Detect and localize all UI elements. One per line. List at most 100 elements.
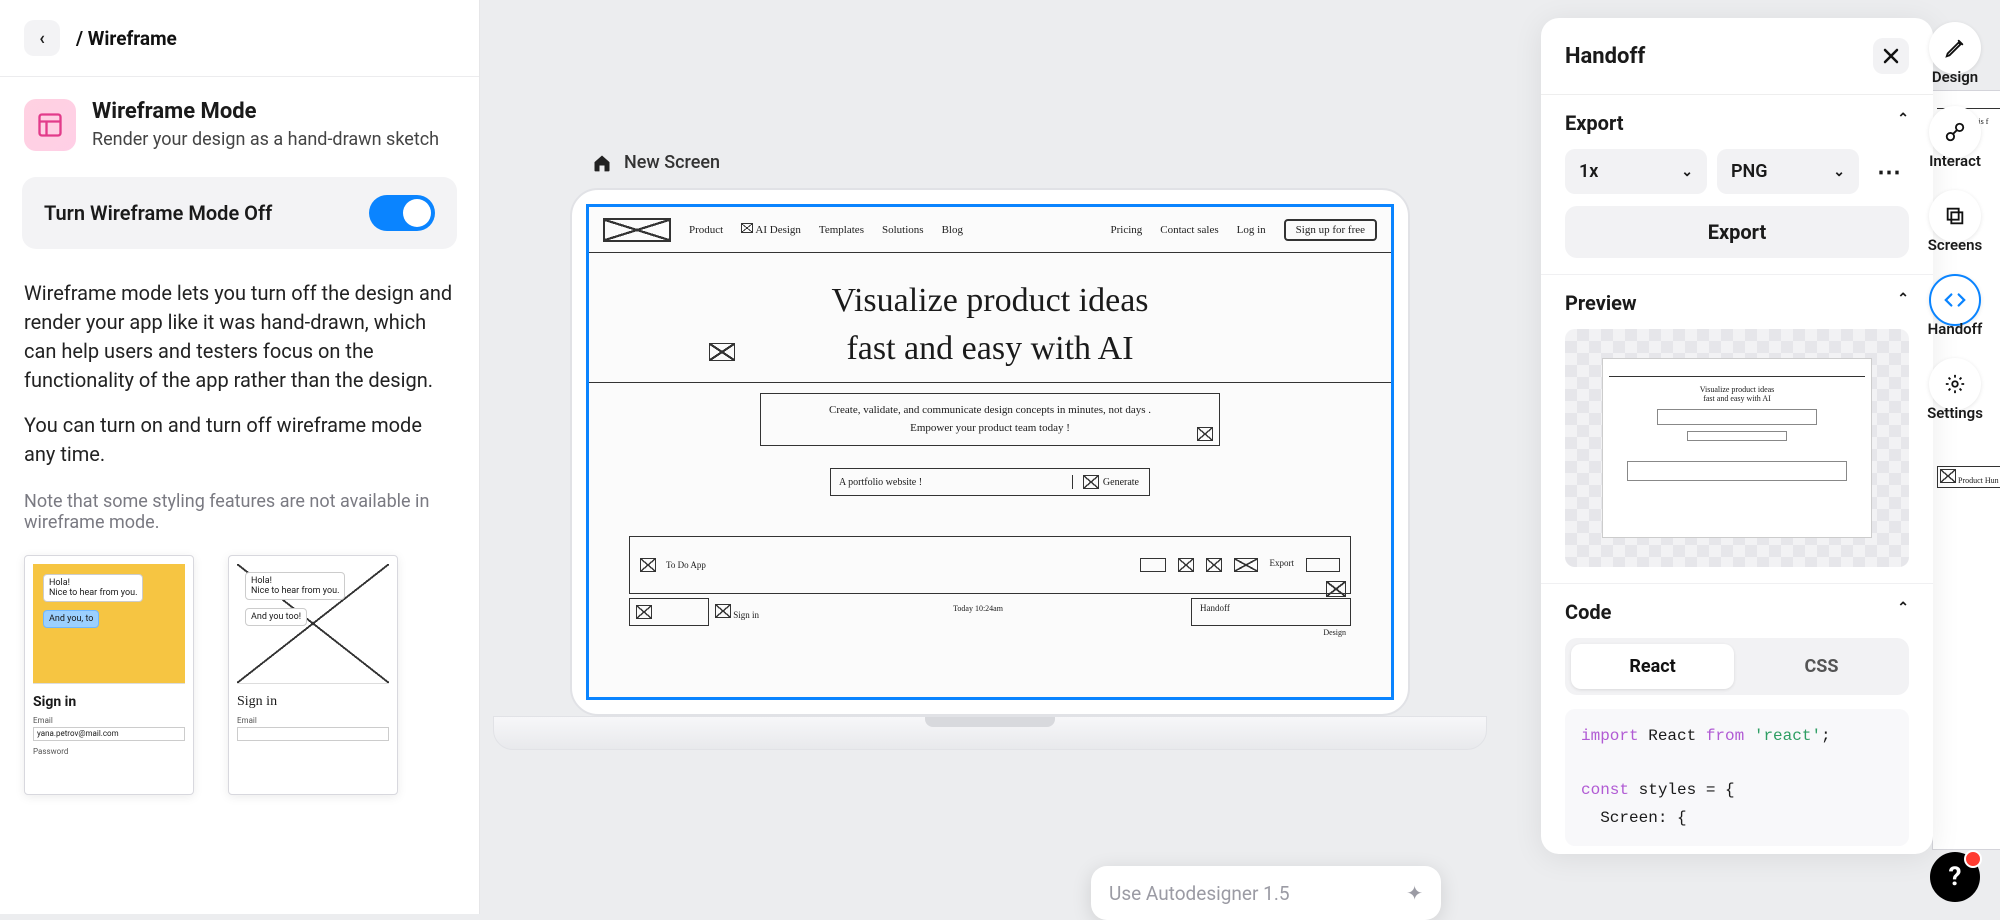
image-placeholder-icon xyxy=(1083,475,1099,489)
code-title: Code xyxy=(1565,600,1611,624)
back-button[interactable]: ‹ xyxy=(24,20,60,56)
chevron-up-icon[interactable]: ⌃ xyxy=(1897,600,1909,624)
export-section: Export ⌃ 1x ⌄ PNG ⌄ ⋯ Export xyxy=(1541,95,1933,275)
export-button[interactable]: Export xyxy=(1565,206,1909,258)
box xyxy=(1140,558,1166,572)
more-button[interactable]: ⋯ xyxy=(1869,149,1909,194)
sidebar-header: ‹ / Wireframe xyxy=(0,0,479,77)
handoff-panel: Handoff Export ⌃ 1x ⌄ PNG ⌄ ⋯ Export Pre… xyxy=(1541,18,1933,854)
preview-thumbnail: Visualize product ideas fast and easy wi… xyxy=(1602,358,1872,538)
nav-item[interactable]: Templates xyxy=(819,224,864,236)
autodesigner-placeholder: Use Autodesigner 1.5 xyxy=(1109,882,1394,905)
screen-name: New Screen xyxy=(624,152,720,173)
bubble-text: And you, to xyxy=(43,610,99,628)
screen-name-row[interactable]: New Screen xyxy=(592,152,720,173)
thumb-label: Password xyxy=(33,747,185,756)
wireframe-toggle[interactable] xyxy=(369,195,435,231)
generate-label: Generate xyxy=(1103,477,1139,488)
thumb-signin: Sign in xyxy=(237,694,389,710)
thumb-signin: Sign in xyxy=(33,694,185,710)
thumb-label: Email xyxy=(237,716,389,725)
image-placeholder-icon xyxy=(1178,558,1194,572)
image-placeholder-icon xyxy=(640,558,656,572)
explain-paragraph-2: You can turn on and turn off wireframe m… xyxy=(0,403,479,477)
mode-description: Render your design as a hand-drawn sketc… xyxy=(92,128,439,151)
sidebar: ‹ / Wireframe Wireframe Mode Render your… xyxy=(0,0,480,914)
bubble-text: Hola! xyxy=(49,578,70,588)
image-placeholder-icon xyxy=(1206,558,1222,572)
tool-label: Screens xyxy=(1928,236,1982,254)
nav-item[interactable]: AI Design xyxy=(755,224,801,236)
hero-line-2: fast and easy with AI xyxy=(846,330,1133,367)
scale-select[interactable]: 1x ⌄ xyxy=(1565,149,1707,194)
thumbnail-wireframe: Hola!Nice to hear from you. And you too!… xyxy=(228,555,398,795)
chevron-down-icon: ⌄ xyxy=(1833,164,1845,180)
logo-placeholder-icon xyxy=(603,218,671,242)
design-tool[interactable] xyxy=(1929,22,1981,74)
close-button[interactable] xyxy=(1873,38,1909,74)
handoff-label: Handoff xyxy=(1200,603,1230,613)
export-title: Export xyxy=(1565,111,1624,135)
nav-item[interactable]: Pricing xyxy=(1110,224,1142,236)
preview-box: Visualize product ideas fast and easy wi… xyxy=(1565,329,1909,567)
autodesigner-input[interactable]: Use Autodesigner 1.5 ✦ xyxy=(1091,866,1441,920)
laptop-body: Product AI Design Templates Solutions Bl… xyxy=(570,188,1410,716)
wf-lower-mid: Sign in xyxy=(709,598,765,626)
bubble-text: Nice to hear from you. xyxy=(49,588,137,598)
chevron-up-icon[interactable]: ⌃ xyxy=(1897,291,1909,315)
image-placeholder-icon xyxy=(636,605,652,619)
screens-icon xyxy=(1944,205,1966,227)
thumb-field xyxy=(237,727,389,741)
preview-section: Preview ⌃ Visualize product ideas fast a… xyxy=(1541,275,1933,584)
laptop-base xyxy=(493,716,1487,750)
interact-tool[interactable] xyxy=(1929,106,1981,158)
nav-item[interactable]: Blog xyxy=(942,224,963,236)
code-token: import xyxy=(1581,727,1639,745)
chevron-up-icon[interactable]: ⌃ xyxy=(1897,111,1909,135)
note-text: Note that some styling features are not … xyxy=(0,477,479,547)
tool-label: Design xyxy=(1932,68,1978,86)
prompt-field[interactable]: A portfolio website ! xyxy=(831,477,1072,488)
nav-item[interactable]: Log in xyxy=(1237,224,1266,236)
mode-section: Wireframe Mode Render your design as a h… xyxy=(0,77,479,165)
export-label: Export xyxy=(1270,558,1295,572)
image-placeholder-icon xyxy=(1326,581,1346,597)
format-select[interactable]: PNG ⌄ xyxy=(1717,149,1859,194)
generate-button[interactable]: Generate xyxy=(1072,475,1149,489)
handoff-header: Handoff xyxy=(1541,18,1933,95)
nav-item[interactable]: Contact sales xyxy=(1160,224,1218,236)
code-token: Screen: { xyxy=(1581,809,1687,827)
tool-label: Interact xyxy=(1929,152,1981,170)
sub-line-2: Empower your product team today ! xyxy=(910,422,1070,434)
today-text: Today 10:24am xyxy=(943,598,1013,626)
handoff-tool[interactable] xyxy=(1929,274,1981,326)
screens-tool[interactable] xyxy=(1929,190,1981,242)
image-placeholder-icon xyxy=(1234,558,1258,572)
bubble-text: Nice to hear from you. xyxy=(251,586,339,596)
code-token: React xyxy=(1639,727,1706,745)
settings-tool[interactable] xyxy=(1929,358,1981,410)
tab-css[interactable]: CSS xyxy=(1740,644,1903,689)
bg-text: Product Hun xyxy=(1958,476,1999,485)
tab-react[interactable]: React xyxy=(1571,644,1734,689)
wf-input[interactable]: A portfolio website ! Generate xyxy=(830,468,1150,496)
hero-line-1: Visualize product ideas xyxy=(831,282,1148,319)
tool-label: Settings xyxy=(1927,404,1983,422)
nav-item[interactable]: Product xyxy=(689,224,723,236)
wf-app-bar: To Do App Export xyxy=(629,536,1351,594)
image-placeholder-icon xyxy=(715,604,731,618)
image-placeholder-icon xyxy=(1197,427,1213,441)
format-value: PNG xyxy=(1731,161,1768,182)
help-button[interactable]: ? xyxy=(1930,852,1980,902)
toggle-label: Turn Wireframe Mode Off xyxy=(44,201,272,225)
signup-button[interactable]: Sign up for free xyxy=(1284,219,1377,241)
image-placeholder-icon xyxy=(741,223,753,233)
wireframe-screen[interactable]: Product AI Design Templates Solutions Bl… xyxy=(586,204,1394,700)
code-token: 'react' xyxy=(1744,727,1821,745)
design-label: Design xyxy=(1323,628,1346,637)
code-token: ; xyxy=(1821,727,1831,745)
nav-item[interactable]: Solutions xyxy=(882,224,924,236)
code-token: styles = { xyxy=(1629,781,1735,799)
mode-text: Wireframe Mode Render your design as a h… xyxy=(92,99,439,151)
code-icon xyxy=(1944,289,1966,311)
